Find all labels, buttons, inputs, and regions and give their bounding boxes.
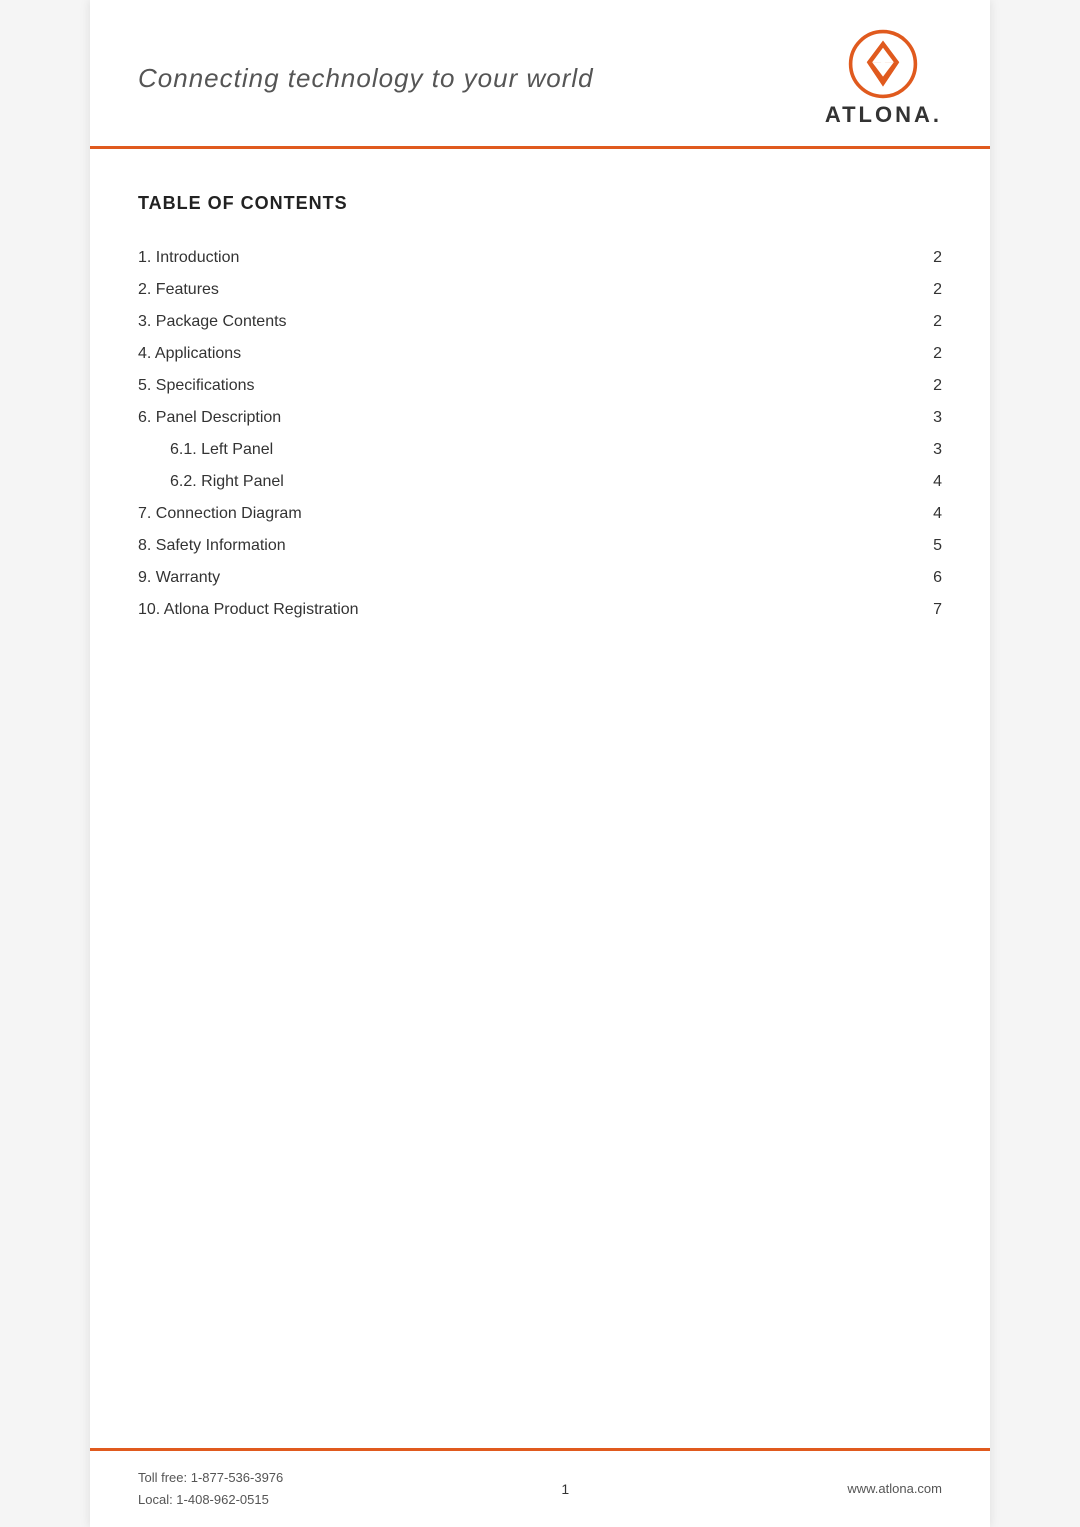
toc-item-label: 10. Atlona Product Registration	[138, 594, 873, 626]
page: Connecting technology to your world	[90, 0, 990, 1527]
toc-row: 3. Package Contents2	[138, 306, 942, 338]
toc-item-label: 4. Applications	[138, 338, 873, 370]
toc-item-label: 9. Warranty	[138, 562, 873, 594]
toc-title: TABLE OF CONTENTS	[138, 193, 942, 214]
toc-item-page: 2	[873, 306, 942, 338]
toc-item-page: 7	[873, 594, 942, 626]
toc-item-label: 6. Panel Description	[138, 402, 873, 434]
toc-item-page: 5	[873, 530, 942, 562]
toc-item-page: 6	[873, 562, 942, 594]
toc-row: 9. Warranty6	[138, 562, 942, 594]
toc-row: 10. Atlona Product Registration7	[138, 594, 942, 626]
toc-item-page: 2	[873, 370, 942, 402]
toc-item-page: 3	[873, 434, 942, 466]
toc-item-page: 4	[873, 498, 942, 530]
toc-item-page: 2	[873, 274, 942, 306]
toc-row: 2. Features2	[138, 274, 942, 306]
toc-item-label: 5. Specifications	[138, 370, 873, 402]
footer-page-number: 1	[561, 1481, 569, 1497]
toc-item-label: 7. Connection Diagram	[138, 498, 873, 530]
main-content: TABLE OF CONTENTS 1. Introduction22. Fea…	[90, 149, 990, 1448]
toc-row: 1. Introduction2	[138, 242, 942, 274]
toc-row: 4. Applications2	[138, 338, 942, 370]
atlona-logo: ATLONA.	[825, 28, 942, 128]
toc-row: 5. Specifications2	[138, 370, 942, 402]
toc-item-page: 4	[873, 466, 942, 498]
atlona-logo-text: ATLONA.	[825, 102, 942, 128]
footer-contact: Toll free: 1-877-536-3976 Local: 1-408-9…	[138, 1467, 283, 1511]
footer: Toll free: 1-877-536-3976 Local: 1-408-9…	[90, 1448, 990, 1527]
toc-row: 6.1. Left Panel3	[138, 434, 942, 466]
toc-item-page: 3	[873, 402, 942, 434]
header: Connecting technology to your world	[90, 0, 990, 149]
toc-row: 8. Safety Information5	[138, 530, 942, 562]
tagline: Connecting technology to your world	[138, 63, 594, 94]
toc-item-label: 1. Introduction	[138, 242, 873, 274]
toc-item-label: 3. Package Contents	[138, 306, 873, 338]
toc-row: 7. Connection Diagram4	[138, 498, 942, 530]
toc-row: 6. Panel Description3	[138, 402, 942, 434]
toc-table: 1. Introduction22. Features23. Package C…	[138, 242, 942, 626]
toc-item-label: 6.1. Left Panel	[138, 434, 873, 466]
footer-website: www.atlona.com	[847, 1481, 942, 1496]
toc-item-page: 2	[873, 338, 942, 370]
toll-free-label: Toll free: 1-877-536-3976	[138, 1470, 283, 1485]
toc-item-page: 2	[873, 242, 942, 274]
toc-row: 6.2. Right Panel4	[138, 466, 942, 498]
local-label: Local: 1-408-962-0515	[138, 1492, 269, 1507]
toc-item-label: 8. Safety Information	[138, 530, 873, 562]
atlona-logo-icon	[847, 28, 919, 100]
toc-item-label: 6.2. Right Panel	[138, 466, 873, 498]
toc-item-label: 2. Features	[138, 274, 873, 306]
